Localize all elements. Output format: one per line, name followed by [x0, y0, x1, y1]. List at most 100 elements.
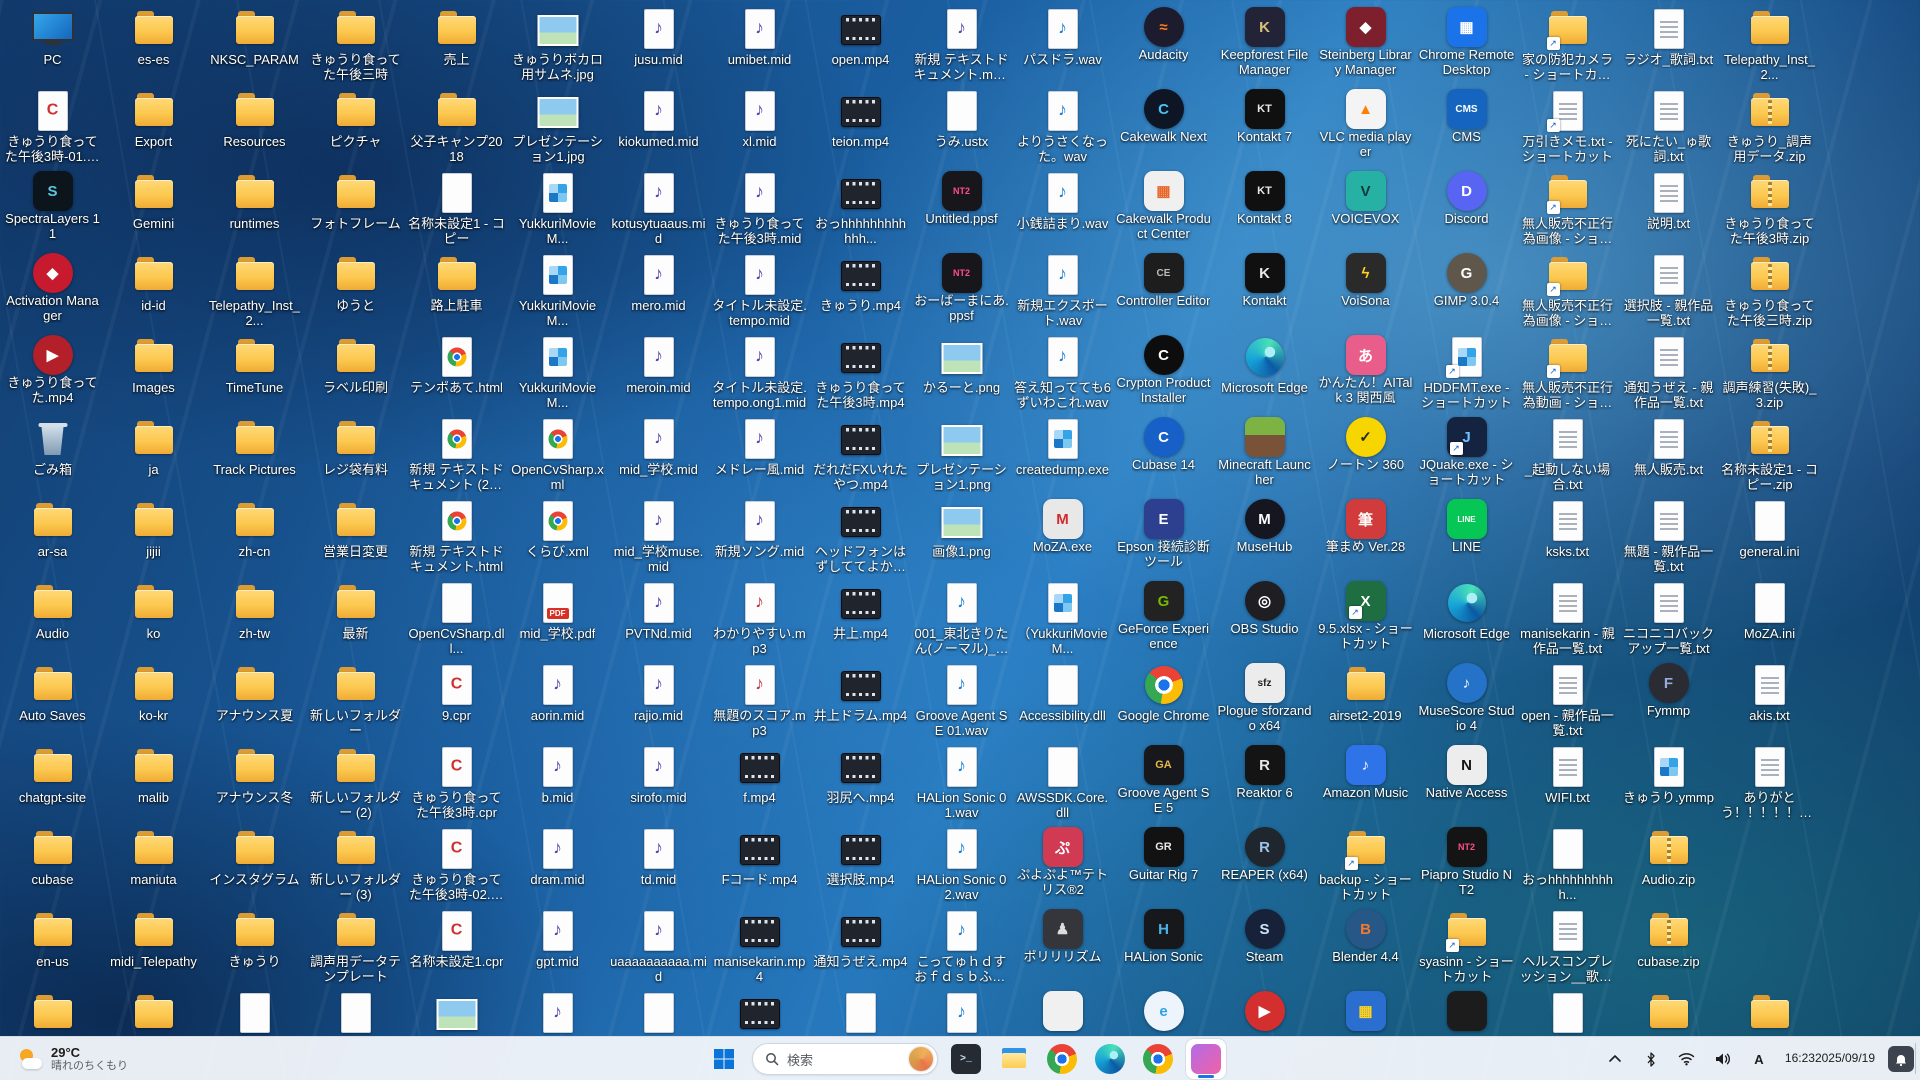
desktop-icon[interactable]: WIFI.txt	[1517, 742, 1618, 824]
desktop[interactable]: { "desktop": { "columns": 18, "icons": […	[0, 0, 1920, 1080]
desktop-icon[interactable]: NT2Piapro Studio NT2	[1416, 824, 1517, 906]
desktop-icon[interactable]: gpt.mid	[507, 906, 608, 988]
desktop-icon[interactable]: teion.mp4	[810, 86, 911, 168]
desktop-icon[interactable]: 最新	[305, 578, 406, 660]
desktop-icon[interactable]: NT2Untitled.ppsf	[911, 168, 1012, 250]
desktop-icon[interactable]: （YukkuriMovieM...	[1012, 578, 1113, 660]
desktop-icon[interactable]: 選択肢.mp4	[810, 824, 911, 906]
desktop-icon[interactable]: jijii	[103, 496, 204, 578]
desktop-icon[interactable]: airset2-2019	[1315, 660, 1416, 742]
bluetooth-button[interactable]	[1638, 1042, 1664, 1076]
desktop-icon[interactable]: 小銭詰まり.wav	[1012, 168, 1113, 250]
desktop-icon[interactable]: 新しいフォルダー (2)	[305, 742, 406, 824]
desktop-icon[interactable]: CCubase 14	[1113, 414, 1214, 496]
desktop-icon[interactable]: Fコード.mp4	[709, 824, 810, 906]
desktop-icon[interactable]: X↗9.5.xlsx - ショートカット	[1315, 578, 1416, 660]
desktop-icon[interactable]: 調声用データテンプレート	[305, 906, 406, 988]
desktop-icon[interactable]: LINELINE	[1416, 496, 1517, 578]
desktop-icon[interactable]: en-us	[2, 906, 103, 988]
desktop-icon[interactable]: dram.mid	[507, 824, 608, 906]
desktop-icon[interactable]: GGeForce Experience	[1113, 578, 1214, 660]
desktop-icon[interactable]: zh-tw	[204, 578, 305, 660]
desktop-icon[interactable]: meroin.mid	[608, 332, 709, 414]
desktop-icon[interactable]: 名称未設定1 - コピー	[406, 168, 507, 250]
desktop-icon[interactable]: ko-kr	[103, 660, 204, 742]
desktop-icon[interactable]: わかりやすい.mp3	[709, 578, 810, 660]
desktop-icon[interactable]: Track Pictures	[204, 414, 305, 496]
desktop-icon[interactable]: HALion Sonic 02.wav	[911, 824, 1012, 906]
desktop-icon[interactable]: HHALion Sonic	[1113, 906, 1214, 988]
desktop-icon[interactable]: 新規 テキストドキュメント (2).html	[406, 414, 507, 496]
desktop-icon[interactable]: GRGuitar Rig 7	[1113, 824, 1214, 906]
desktop-icon[interactable]: 名称未設定1 - コピー.zip	[1719, 414, 1820, 496]
desktop-icon[interactable]: ↗syasinn - ショートカット	[1416, 906, 1517, 988]
desktop-icon[interactable]: ラベル印刷	[305, 332, 406, 414]
desktop-icon[interactable]: きゅうり食ってた午後3時.zip	[1719, 168, 1820, 250]
desktop-icon[interactable]: 無人販売.txt	[1618, 414, 1719, 496]
taskbar-app-pink-app[interactable]	[1186, 1039, 1226, 1079]
desktop-icon[interactable]: MMoZA.exe	[1012, 496, 1113, 578]
desktop-icon[interactable]: 売上	[406, 4, 507, 86]
desktop-icon[interactable]: Resources	[204, 86, 305, 168]
desktop-icon[interactable]: CEController Editor	[1113, 250, 1214, 332]
desktop-icon[interactable]: ↗無人販売不正行為動画 - ショートカット	[1517, 332, 1618, 414]
network-button[interactable]	[1674, 1042, 1700, 1076]
desktop-icon[interactable]: OpenCvSharp.dll...	[406, 578, 507, 660]
desktop-icon[interactable]: AWSSDK.Core.dll	[1012, 742, 1113, 824]
desktop-icon[interactable]: 営業日変更	[305, 496, 406, 578]
desktop-icon[interactable]: きゅうり食ってた午後三時.zip	[1719, 250, 1820, 332]
desktop-icon[interactable]: YukkuriMovieM...	[507, 168, 608, 250]
desktop-icon[interactable]: mero.mid	[608, 250, 709, 332]
desktop-icon[interactable]: Telepathy_Inst_2...	[1719, 4, 1820, 86]
desktop-icon[interactable]: 無題 - 親作品一覧.txt	[1618, 496, 1719, 578]
desktop-icon[interactable]: ゆうと	[305, 250, 406, 332]
desktop-icon[interactable]: uaaaaaaaaaa.mid	[608, 906, 709, 988]
tray-overflow-button[interactable]	[1602, 1042, 1628, 1076]
desktop-icon[interactable]: きゅうり食ってた午後3時.mid	[709, 168, 810, 250]
desktop-icon[interactable]: KTKontakt 7	[1214, 86, 1315, 168]
desktop-icon[interactable]: パスドラ.wav	[1012, 4, 1113, 86]
desktop-icon[interactable]: 名称未設定1.cpr	[406, 906, 507, 988]
desktop-icon[interactable]: フォトフレーム	[305, 168, 406, 250]
desktop-icon[interactable]: Accessibility.dll	[1012, 660, 1113, 742]
desktop-icon[interactable]: ↗backup - ショートカット	[1315, 824, 1416, 906]
desktop-icon[interactable]: ◆Steinberg Library Manager	[1315, 4, 1416, 86]
desktop-icon[interactable]: FFymmp	[1618, 660, 1719, 742]
desktop-icon[interactable]: ありがとう！！！！！！！.txt	[1719, 742, 1820, 824]
weather-widget-button[interactable]: 29°C 晴れのちくもり	[10, 1037, 136, 1080]
desktop-icon[interactable]: ▦Cakewalk Product Center	[1113, 168, 1214, 250]
desktop-icon[interactable]: es-es	[103, 4, 204, 86]
desktop-icon[interactable]: 路上駐車	[406, 250, 507, 332]
desktop-icon[interactable]: ↗万引きメモ.txt - ショートカット	[1517, 86, 1618, 168]
taskbar-app-chrome-profile[interactable]	[1138, 1039, 1178, 1079]
taskbar-app-google-chrome[interactable]	[1042, 1039, 1082, 1079]
desktop-icon[interactable]: ↗無人販売不正行為画像 - ショートカット	[1517, 250, 1618, 332]
desktop-icon[interactable]: ✓ノートン 360	[1315, 414, 1416, 496]
desktop-icon[interactable]: Minecraft Launcher	[1214, 414, 1315, 496]
taskbar-app-microsoft-edge[interactable]	[1090, 1039, 1130, 1079]
desktop-icon[interactable]: akis.txt	[1719, 660, 1820, 742]
desktop-icon[interactable]: KTKontakt 8	[1214, 168, 1315, 250]
desktop-icon[interactable]: b.mid	[507, 742, 608, 824]
desktop-icon[interactable]: おっhhhhhhhhhh...	[1517, 824, 1618, 906]
desktop-icon[interactable]: 通知うぜえ.mp4	[810, 906, 911, 988]
desktop-icon[interactable]: 新しいフォルダー (3)	[305, 824, 406, 906]
desktop-icon[interactable]: _起動しない場合.txt	[1517, 414, 1618, 496]
desktop-icon[interactable]: きゅうり食ってた午後3時.cpr	[406, 742, 507, 824]
desktop-icon[interactable]: 001_東北きりたん(ノーマル)_今じゃ...	[911, 578, 1012, 660]
desktop-icon[interactable]: ksks.txt	[1517, 496, 1618, 578]
desktop-icon[interactable]: sfzPlogue sforzando x64	[1214, 660, 1315, 742]
desktop-icon[interactable]: open.mp4	[810, 4, 911, 86]
desktop-icon[interactable]: ♟ポリリリズム	[1012, 906, 1113, 988]
desktop-icon[interactable]: よりうさくなった。wav	[1012, 86, 1113, 168]
desktop-icon[interactable]: BBlender 4.4	[1315, 906, 1416, 988]
desktop-icon[interactable]: sirofo.mid	[608, 742, 709, 824]
desktop-icon[interactable]: chatgpt-site	[2, 742, 103, 824]
desktop-icon[interactable]: KKontakt	[1214, 250, 1315, 332]
desktop-icon[interactable]: 井上.mp4	[810, 578, 911, 660]
desktop-icon[interactable]: ヘッドフォンはずしててよかった.mp4	[810, 496, 911, 578]
desktop-icon[interactable]: 新しいフォルダー	[305, 660, 406, 742]
desktop-icon[interactable]: ニコニコバックアップ一覧.txt	[1618, 578, 1719, 660]
desktop-icon[interactable]: ◆Activation Manager	[2, 250, 103, 332]
desktop-icon[interactable]: ピクチャ	[305, 86, 406, 168]
